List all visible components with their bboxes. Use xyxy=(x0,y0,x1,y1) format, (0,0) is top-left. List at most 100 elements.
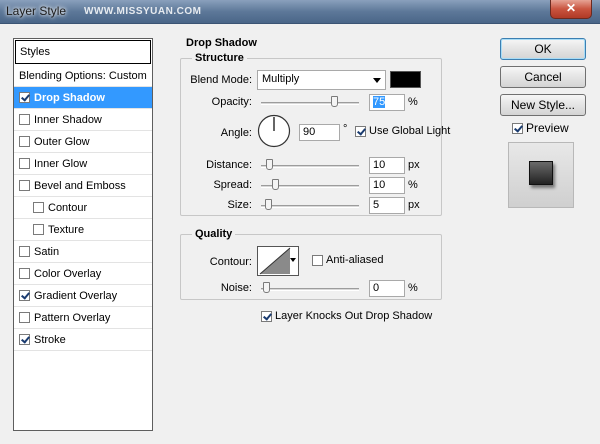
style-item-pattern-overlay[interactable]: Pattern Overlay xyxy=(14,307,152,329)
spread-label: Spread: xyxy=(213,179,252,191)
style-item-drop-shadow[interactable]: Drop Shadow xyxy=(14,87,152,109)
style-item-label: Color Overlay xyxy=(34,267,102,280)
layer-knockout-checkbox[interactable] xyxy=(261,310,272,322)
style-item-satin[interactable]: Satin xyxy=(14,241,152,263)
style-item-label: Inner Glow xyxy=(34,157,88,170)
new-style-button[interactable]: New Style... xyxy=(500,94,586,116)
preview-label: Preview xyxy=(526,121,569,135)
style-item-checkbox[interactable] xyxy=(19,136,30,147)
anti-aliased-label: Anti-aliased xyxy=(326,254,384,266)
quality-title: Quality xyxy=(192,228,236,240)
style-item-label: Stroke xyxy=(34,333,66,346)
spread-slider-thumb[interactable] xyxy=(272,179,280,190)
shadow-color-swatch[interactable] xyxy=(390,71,421,88)
blend-mode-label: Blend Mode: xyxy=(190,74,252,86)
distance-slider-track[interactable] xyxy=(261,165,359,168)
anti-aliased-toggle[interactable]: Anti-aliased xyxy=(312,254,383,266)
opacity-unit: % xyxy=(408,96,418,108)
style-item-blending-options-custom[interactable]: Blending Options: Custom xyxy=(14,65,152,87)
style-item-contour[interactable]: Contour xyxy=(14,197,152,219)
window-title: Layer Style xyxy=(6,4,67,18)
cancel-button[interactable]: Cancel xyxy=(500,66,586,88)
distance-slider-thumb[interactable] xyxy=(265,159,273,170)
style-item-label: Gradient Overlay xyxy=(34,289,118,302)
chevron-down-icon xyxy=(290,258,296,262)
use-global-light-checkbox[interactable] xyxy=(355,125,366,137)
style-item-label: Inner Shadow xyxy=(34,113,102,126)
style-item-checkbox[interactable] xyxy=(19,290,30,301)
style-item-checkbox[interactable] xyxy=(33,224,44,235)
style-preview xyxy=(508,142,574,208)
use-global-light-toggle[interactable]: Use Global Light xyxy=(355,125,450,137)
distance-unit: px xyxy=(408,159,420,171)
watermark: WWW.MISSYUAN.COM xyxy=(84,6,202,17)
style-item-label: Drop Shadow xyxy=(34,91,105,104)
style-item-checkbox[interactable] xyxy=(19,246,30,257)
size-unit: px xyxy=(408,199,420,211)
angle-value: 90 xyxy=(303,126,316,138)
style-item-bevel-and-emboss[interactable]: Bevel and Emboss xyxy=(14,175,152,197)
contour-picker[interactable] xyxy=(257,246,299,276)
opacity-field[interactable]: 75 xyxy=(369,94,405,111)
size-slider-track[interactable] xyxy=(261,205,359,208)
style-item-checkbox[interactable] xyxy=(19,114,30,125)
size-slider-thumb[interactable] xyxy=(264,199,272,210)
contour-linear-icon xyxy=(259,247,291,275)
opacity-slider-track[interactable] xyxy=(261,102,359,105)
close-button[interactable]: ✕ xyxy=(550,0,592,19)
section-title: Drop Shadow xyxy=(186,37,257,49)
opacity-label: Opacity: xyxy=(211,96,252,108)
style-item-outer-glow[interactable]: Outer Glow xyxy=(14,131,152,153)
angle-unit: ° xyxy=(343,123,348,135)
opacity-value: 75 xyxy=(373,96,386,108)
style-item-checkbox[interactable] xyxy=(33,202,44,213)
noise-label: Noise: xyxy=(220,282,252,294)
style-item-checkbox[interactable] xyxy=(19,158,30,169)
opacity-slider-thumb[interactable] xyxy=(331,96,339,107)
blend-mode-value: Multiply xyxy=(262,73,300,85)
spread-field[interactable]: 10 xyxy=(369,177,405,194)
style-item-gradient-overlay[interactable]: Gradient Overlay xyxy=(14,285,152,307)
angle-dial-icon xyxy=(257,114,291,148)
layer-knockout-label: Layer Knocks Out Drop Shadow xyxy=(275,310,433,322)
style-item-checkbox[interactable] xyxy=(19,92,30,103)
ok-button[interactable]: OK xyxy=(500,38,586,60)
style-item-checkbox[interactable] xyxy=(19,312,30,323)
size-label: Size: xyxy=(227,199,252,211)
preview-toggle[interactable]: Preview xyxy=(512,121,569,135)
distance-value: 10 xyxy=(373,159,386,171)
angle-field[interactable]: 90 xyxy=(299,124,340,141)
chevron-down-icon xyxy=(373,78,381,83)
style-item-label: Texture xyxy=(48,223,85,236)
spread-value: 10 xyxy=(373,179,386,191)
styles-header[interactable]: Styles xyxy=(15,40,151,64)
layer-knockout-toggle[interactable]: Layer Knocks Out Drop Shadow xyxy=(261,310,432,322)
blend-mode-select[interactable]: Multiply xyxy=(257,70,386,90)
size-field[interactable]: 5 xyxy=(369,197,405,214)
style-item-color-overlay[interactable]: Color Overlay xyxy=(14,263,152,285)
layer-style-dialog: Styles Blending Options: Custom Drop Shad… xyxy=(0,24,600,444)
distance-label: Distance: xyxy=(206,159,252,171)
style-item-checkbox[interactable] xyxy=(19,268,30,279)
style-item-label: Satin xyxy=(34,245,60,258)
angle-label: Angle: xyxy=(220,127,252,139)
style-item-checkbox[interactable] xyxy=(19,334,30,345)
style-item-label: Blending Options: Custom xyxy=(19,69,147,82)
angle-dial[interactable] xyxy=(257,114,291,148)
preview-swatch xyxy=(529,161,553,185)
style-item-inner-shadow[interactable]: Inner Shadow xyxy=(14,109,152,131)
noise-slider-thumb[interactable] xyxy=(263,282,270,293)
anti-aliased-checkbox[interactable] xyxy=(312,254,323,266)
size-value: 5 xyxy=(373,199,380,211)
style-item-checkbox[interactable] xyxy=(19,180,30,191)
preview-checkbox[interactable] xyxy=(512,122,523,134)
noise-field[interactable]: 0 xyxy=(369,280,405,297)
use-global-light-label: Use Global Light xyxy=(369,125,451,137)
style-item-texture[interactable]: Texture xyxy=(14,219,152,241)
style-item-inner-glow[interactable]: Inner Glow xyxy=(14,153,152,175)
distance-field[interactable]: 10 xyxy=(369,157,405,174)
style-item-label: Bevel and Emboss xyxy=(34,179,126,192)
title-bar[interactable]: Layer Style WWW.MISSYUAN.COM ✕ xyxy=(0,0,600,24)
style-item-stroke[interactable]: Stroke xyxy=(14,329,152,351)
noise-slider-track[interactable] xyxy=(261,288,359,291)
